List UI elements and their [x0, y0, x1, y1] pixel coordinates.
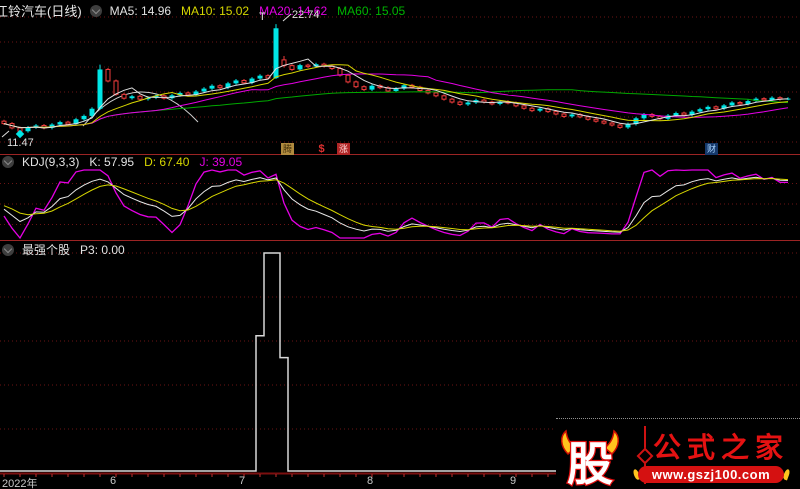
logo-dotted-border	[556, 418, 800, 419]
kdj-panel-header: KDJ(9,3,3) K: 57.95 D: 67.40 J: 39.05	[2, 155, 242, 169]
main-panel-header: 江铃汽车(日线) MA5: 14.96 MA10: 15.02 MA20: 14…	[0, 1, 405, 20]
watermark-dollar-icon: $	[318, 143, 325, 155]
logo-diamond-icon	[636, 447, 654, 465]
stock-title: 江铃汽车(日线)	[0, 4, 82, 19]
kdj-d-value: D: 67.40	[144, 155, 190, 169]
axis-label-sept: 9	[510, 475, 517, 487]
logo-site-url: www.gszj100.com	[638, 466, 784, 483]
bull-stock-logo-icon: 股	[561, 429, 619, 489]
watermark-cai-icon: 财	[705, 143, 718, 155]
chevron-down-icon[interactable]	[2, 243, 14, 256]
watermark-zhang-icon: 涨	[337, 143, 350, 155]
site-watermark-logo: 股 公式之家 www.gszj100.com	[556, 404, 800, 489]
signal-p3-value: P3: 0.00	[80, 242, 125, 257]
axis-label-june: 6	[110, 475, 117, 487]
kdj-j-value: J: 39.05	[199, 155, 243, 169]
axis-label-year: 2022年	[2, 478, 38, 489]
signal-panel-header: 最强个股 P3: 0.00	[2, 241, 125, 258]
chevron-down-icon[interactable]	[89, 4, 102, 17]
peak-price-annotation: 22.74	[292, 9, 320, 21]
trading-app-window: 江铃汽车(日线) MA5: 14.96 MA10: 15.02 MA20: 14…	[0, 0, 800, 489]
ma5-value: MA5: 14.96	[109, 3, 172, 18]
signal-title: 最强个股	[22, 243, 71, 257]
chevron-down-icon[interactable]	[2, 156, 14, 168]
t-annotation: T	[259, 11, 266, 23]
ma60-value: MA60: 15.05	[337, 3, 406, 18]
ma10-value: MA10: 15.02	[181, 3, 250, 18]
axis-label-july: 7	[239, 475, 246, 487]
kdj-title: KDJ(9,3,3)	[22, 155, 80, 169]
watermark-teng-icon: 腾	[281, 143, 294, 155]
axis-label-aug: 8	[367, 475, 374, 487]
logo-stock-char: 股	[567, 439, 613, 489]
kdj-k-value: K: 57.95	[89, 155, 135, 169]
low-price-annotation: 11.47	[7, 137, 34, 149]
logo-site-name: 公式之家	[653, 433, 790, 464]
